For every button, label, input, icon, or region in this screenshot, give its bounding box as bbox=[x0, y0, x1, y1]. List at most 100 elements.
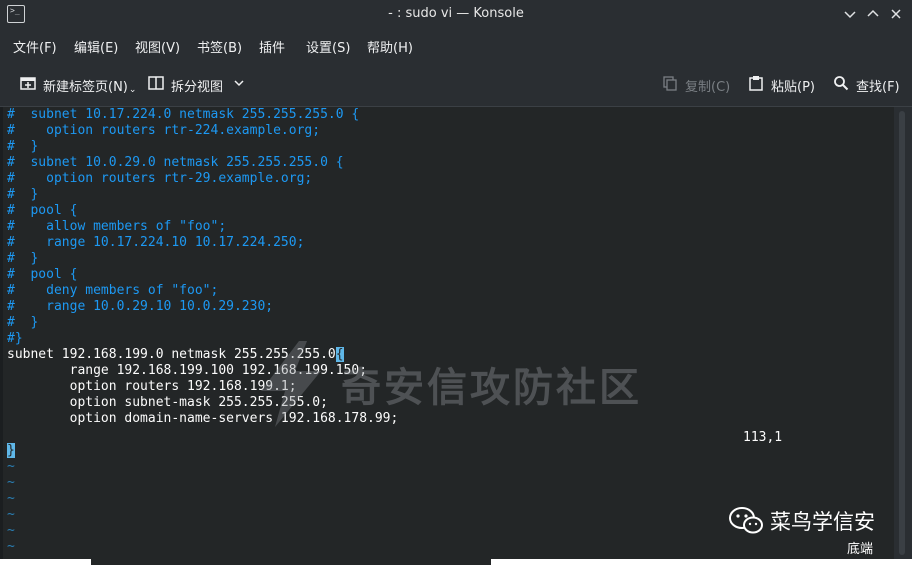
terminal-line-text: #} bbox=[7, 331, 23, 346]
terminal-line-text: # deny members of "foo"; bbox=[7, 283, 219, 298]
wechat-icon bbox=[729, 507, 763, 534]
copy-button[interactable]: 复制(C) bbox=[662, 75, 730, 95]
terminal-line-text: # } bbox=[7, 139, 39, 154]
terminal-line: option domain-name-servers 192.168.178.9… bbox=[7, 411, 399, 427]
split-view-label: 拆分视图 bbox=[171, 79, 224, 95]
terminal-line: # subnet 10.0.29.0 netmask 255.255.255.0… bbox=[7, 155, 398, 171]
terminal-line-text: # } bbox=[7, 315, 39, 330]
paste-icon bbox=[748, 75, 764, 95]
terminal-line: # range 10.17.224.10 10.17.224.250; bbox=[7, 235, 398, 251]
terminal-view[interactable]: # subnet 10.17.224.0 netmask 255.255.255… bbox=[3, 107, 894, 559]
terminal-line: ~ bbox=[7, 459, 398, 475]
terminal-line: option routers 192.168.199.1; bbox=[7, 379, 398, 395]
terminal-line-text: option routers 192.168.199.1; bbox=[7, 379, 297, 394]
terminal-line-text: ~ bbox=[7, 507, 15, 522]
terminal-line: ~ bbox=[7, 475, 398, 491]
terminal-line-text: # } bbox=[7, 187, 39, 202]
vi-scroll-position: 底端 bbox=[847, 542, 874, 557]
terminal-line-text: # option routers rtr-224.example.org; bbox=[7, 123, 321, 138]
menu-settings[interactable]: 设置(S) bbox=[306, 37, 350, 56]
menubar: 文件(F) 编辑(E) 视图(V) 书签(B) 插件 设置(S) 帮助(H) bbox=[0, 28, 912, 62]
terminal-line: # pool { bbox=[7, 203, 398, 219]
terminal-line-text: ~ bbox=[7, 491, 15, 506]
close-icon bbox=[891, 9, 901, 19]
split-view-button[interactable]: 拆分视图 bbox=[148, 75, 245, 95]
terminal-line: # } bbox=[7, 251, 398, 267]
terminal-line: # } bbox=[7, 139, 398, 155]
toolbar: 新建标签页(N) ⌄ 拆分视图 复制(C) 粘贴(P) 查找(F) bbox=[0, 62, 912, 107]
terminal-text: # subnet 10.17.224.0 netmask 255.255.255… bbox=[7, 107, 398, 555]
split-view-icon bbox=[148, 75, 164, 95]
terminal-line-text: # subnet 10.0.29.0 netmask 255.255.255.0… bbox=[7, 155, 344, 170]
menu-view[interactable]: 视图(V) bbox=[135, 37, 180, 56]
terminal-line: # range 10.0.29.10 10.0.29.230; bbox=[7, 299, 398, 315]
terminal-line: # option routers rtr-224.example.org; bbox=[7, 123, 398, 139]
terminal-line: range 192.168.199.100 192.168.199.150; bbox=[7, 363, 398, 379]
new-tab-button[interactable]: 新建标签页(N) ⌄ bbox=[20, 75, 136, 95]
terminal-line: # option routers rtr-29.example.org; bbox=[7, 171, 398, 187]
terminal-line: # deny members of "foo"; bbox=[7, 283, 398, 299]
terminal-line: # } bbox=[7, 315, 398, 331]
terminal-line: ~ bbox=[7, 539, 398, 555]
menu-bookmarks[interactable]: 书签(B) bbox=[197, 37, 242, 56]
terminal-line: # } bbox=[7, 187, 398, 203]
terminal-line-text: # pool { bbox=[7, 203, 78, 218]
terminal-line-text: # allow members of "foo"; bbox=[7, 219, 227, 234]
terminal-line-text: subnet 192.168.199.0 netmask 255.255.255… bbox=[7, 347, 336, 362]
bracket-match-highlight: } bbox=[7, 443, 15, 458]
chevron-down-icon: ⌄ bbox=[128, 85, 137, 95]
terminal-line-text: option subnet-mask 255.255.255.0; bbox=[7, 395, 328, 410]
window-titlebar[interactable]: >_ - : sudo vi — Konsole bbox=[0, 0, 912, 28]
scrollbar-track[interactable] bbox=[899, 111, 905, 555]
terminal-line: subnet 192.168.199.0 netmask 255.255.255… bbox=[7, 347, 398, 363]
terminal-line: # pool { bbox=[7, 267, 398, 283]
find-label: 查找(F) bbox=[856, 79, 900, 95]
menu-help[interactable]: 帮助(H) bbox=[367, 37, 413, 56]
wechat-badge: 菜鸟学信安 bbox=[728, 506, 875, 536]
minimize-button[interactable] bbox=[841, 5, 859, 23]
terminal-line: ~ bbox=[7, 507, 398, 523]
bracket-match-highlight: { bbox=[335, 347, 344, 362]
terminal-line-text: ~ bbox=[7, 475, 15, 490]
terminal-line-text: # pool { bbox=[7, 267, 78, 282]
wechat-account-name: 菜鸟学信安 bbox=[770, 510, 875, 534]
terminal-line: ~ bbox=[7, 523, 398, 539]
terminal-line-text: option domain-name-servers 192.168.178.9… bbox=[7, 411, 399, 426]
terminal-line-text: # } bbox=[7, 251, 39, 266]
terminal-line-text: ~ bbox=[7, 459, 15, 474]
chevron-up-icon bbox=[867, 9, 879, 17]
terminal-line: #} bbox=[7, 331, 398, 347]
menu-file[interactable]: 文件(F) bbox=[13, 37, 57, 56]
copy-icon bbox=[662, 75, 678, 95]
menu-plugins[interactable]: 插件 bbox=[259, 37, 285, 56]
terminal-line: # allow members of "foo"; bbox=[7, 219, 398, 235]
search-icon bbox=[833, 75, 849, 95]
terminal-line-text: # range 10.17.224.10 10.17.224.250; bbox=[7, 235, 305, 250]
paste-button[interactable]: 粘贴(P) bbox=[748, 75, 815, 95]
new-tab-label: 新建标签页(N) bbox=[43, 79, 128, 95]
menu-edit[interactable]: 编辑(E) bbox=[74, 37, 118, 56]
terminal-line-text: ~ bbox=[7, 539, 15, 554]
close-button[interactable] bbox=[887, 5, 905, 23]
terminal-line-text: ~ bbox=[7, 523, 15, 538]
terminal-line-text: # subnet 10.17.224.0 netmask 255.255.255… bbox=[7, 107, 360, 122]
copy-label: 复制(C) bbox=[685, 79, 731, 95]
terminal-line-text: range 192.168.199.100 192.168.199.150; bbox=[7, 363, 368, 378]
terminal-line: ~ bbox=[7, 491, 398, 507]
chevron-down-icon bbox=[233, 77, 245, 93]
terminal-line: option subnet-mask 255.255.255.0; bbox=[7, 395, 398, 411]
maximize-button[interactable] bbox=[864, 5, 882, 23]
background-window-edge bbox=[91, 559, 491, 565]
terminal-line-text: # option routers rtr-29.example.org; bbox=[7, 171, 313, 186]
terminal-line-text: # range 10.0.29.10 10.0.29.230; bbox=[7, 299, 274, 314]
terminal-line: } bbox=[7, 443, 398, 459]
vi-cursor-position: 113,1 bbox=[743, 430, 783, 445]
new-tab-icon bbox=[20, 75, 36, 95]
find-button[interactable]: 查找(F) bbox=[833, 75, 900, 95]
terminal-scrollbar[interactable] bbox=[894, 107, 912, 559]
chevron-down-icon bbox=[844, 11, 856, 19]
window-title: - : sudo vi — Konsole bbox=[388, 6, 524, 21]
paste-label: 粘贴(P) bbox=[771, 79, 815, 95]
terminal-line: # subnet 10.17.224.0 netmask 255.255.255… bbox=[7, 107, 398, 123]
